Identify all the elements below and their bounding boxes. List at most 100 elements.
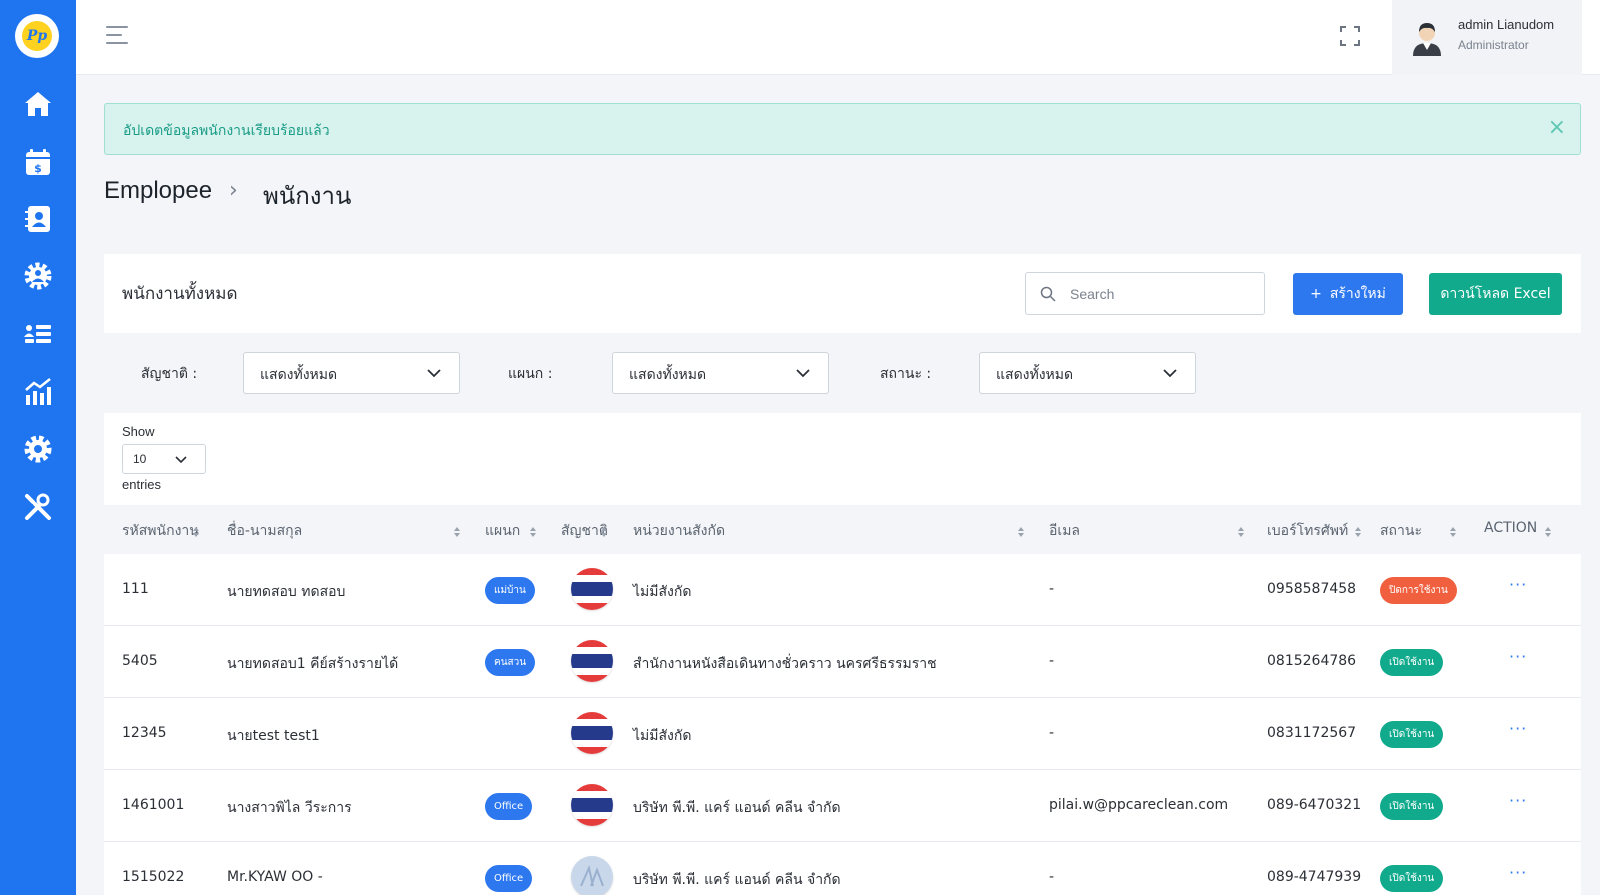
sidebar: Pp $ bbox=[0, 0, 76, 895]
employee-id: 111 bbox=[122, 581, 149, 597]
calendar-dollar-icon[interactable]: $ bbox=[22, 146, 54, 178]
create-button[interactable]: + สร้างใหม่ bbox=[1293, 273, 1403, 315]
email: - bbox=[1049, 581, 1055, 597]
thai-flag-icon bbox=[571, 712, 613, 754]
table-header: รหัสพนักงาน ชื่อ-นามสกุล แผนก สัญชาติ หน… bbox=[104, 505, 1581, 554]
show-label: Show bbox=[122, 424, 155, 439]
user-role: Administrator bbox=[1458, 38, 1529, 52]
chevron-down-icon bbox=[175, 456, 187, 464]
sort-icon[interactable] bbox=[1544, 526, 1552, 538]
create-button-label: สร้างใหม่ bbox=[1329, 286, 1386, 302]
menu-toggle-icon[interactable] bbox=[106, 26, 130, 46]
status-badge: เปิดใช้งาน bbox=[1380, 793, 1444, 820]
department-badge: แม่บ้าน bbox=[485, 577, 535, 604]
table-row: 5405 นายทดสอบ1 คีย์สร้างรายได้ คนสวน สำน… bbox=[104, 626, 1581, 698]
fullscreen-icon[interactable] bbox=[1339, 25, 1361, 47]
sort-icon[interactable] bbox=[453, 526, 461, 538]
plus-icon: + bbox=[1310, 286, 1322, 302]
employee-name: นายทดสอบ1 คีย์สร้างรายได้ bbox=[227, 656, 399, 672]
employee-name: นายtest test1 bbox=[227, 728, 320, 744]
search-input[interactable] bbox=[1070, 283, 1250, 305]
sort-icon[interactable] bbox=[1449, 526, 1457, 538]
breadcrumb-parent[interactable]: Emplopee bbox=[104, 177, 212, 205]
email: pilai.w@ppcareclean.com bbox=[1049, 797, 1229, 813]
col-status[interactable]: สถานะ bbox=[1380, 520, 1422, 542]
phone: 0831172567 bbox=[1267, 725, 1357, 741]
alert-message: อัปเดตข้อมูลพนักงานเรียบร้อยแล้ว bbox=[123, 123, 330, 139]
user-name: admin Lianudom bbox=[1458, 17, 1555, 32]
filter-bar: สัญชาติ : แสดงทั้งหมด แผนก : แสดงทั้งหมด… bbox=[104, 333, 1581, 413]
employees-gear-icon[interactable] bbox=[22, 260, 54, 292]
flag-icon bbox=[571, 856, 613, 895]
status-badge: เปิดใช้งาน bbox=[1380, 721, 1444, 748]
col-department[interactable]: แผนก bbox=[485, 520, 520, 542]
sort-icon[interactable] bbox=[1237, 526, 1245, 538]
table-row: 1461001 นางสาวพิไล วีระการ Office บริษัท… bbox=[104, 770, 1581, 842]
employee-card: พนักงานทั้งหมด + สร้างใหม่ ดาวน์โหลด Exc… bbox=[104, 254, 1581, 895]
search-icon bbox=[1040, 286, 1056, 302]
close-icon[interactable]: × bbox=[1548, 116, 1566, 140]
unit: บริษัท พี.พี. แคร์ แอนด์ คลีน จำกัด bbox=[633, 872, 841, 888]
sort-icon[interactable] bbox=[529, 526, 537, 538]
more-actions-icon[interactable]: ··· bbox=[1509, 647, 1527, 666]
contact-book-icon[interactable] bbox=[22, 203, 54, 235]
filter-label-status: สถานะ : bbox=[880, 366, 932, 382]
chevron-down-icon bbox=[427, 369, 441, 378]
col-employee-id[interactable]: รหัสพนักงาน bbox=[122, 520, 199, 542]
select-value: แสดงทั้งหมด bbox=[629, 367, 707, 383]
app-logo[interactable]: Pp bbox=[15, 14, 59, 58]
phone: 0815264786 bbox=[1267, 653, 1357, 669]
sort-icon[interactable] bbox=[192, 526, 200, 538]
col-unit[interactable]: หน่วยงานสังกัด bbox=[633, 520, 725, 542]
nationality-select[interactable]: แสดงทั้งหมด bbox=[243, 352, 460, 394]
page-title: พนักงาน bbox=[263, 182, 352, 210]
employee-id: 5405 bbox=[122, 653, 158, 669]
filter-label-nationality: สัญชาติ : bbox=[141, 366, 198, 382]
col-phone[interactable]: เบอร์โทรศัพท์ bbox=[1267, 520, 1348, 542]
status-select[interactable]: แสดงทั้งหมด bbox=[979, 352, 1196, 394]
download-excel-button[interactable]: ดาวน์โหลด Excel bbox=[1429, 273, 1562, 315]
status-badge: เปิดใช้งาน bbox=[1380, 649, 1444, 676]
home-icon[interactable] bbox=[22, 88, 54, 120]
sort-icon[interactable] bbox=[600, 526, 608, 538]
thai-flag-icon bbox=[571, 784, 613, 826]
search-box[interactable] bbox=[1025, 272, 1265, 315]
avatar bbox=[1410, 18, 1444, 56]
svg-text:$: $ bbox=[34, 162, 42, 175]
tools-icon[interactable] bbox=[22, 491, 54, 523]
employee-id: 1461001 bbox=[122, 797, 185, 813]
chart-icon[interactable] bbox=[22, 376, 54, 408]
chevron-down-icon bbox=[1163, 369, 1177, 378]
col-action: ACTION bbox=[1484, 520, 1538, 536]
phone: 0958587458 bbox=[1267, 581, 1357, 597]
employee-name: นายทดสอบ ทดสอบ bbox=[227, 584, 346, 600]
sort-icon[interactable] bbox=[1017, 526, 1025, 538]
more-actions-icon[interactable]: ··· bbox=[1509, 575, 1527, 594]
more-actions-icon[interactable]: ··· bbox=[1509, 719, 1527, 738]
table-row: 111 นายทดสอบ ทดสอบ แม่บ้าน ไม่มีสังกัด -… bbox=[104, 554, 1581, 626]
sort-icon[interactable] bbox=[1354, 526, 1362, 538]
col-email[interactable]: อีเมล bbox=[1049, 520, 1080, 542]
status-badge: เปิดใช้งาน bbox=[1380, 865, 1444, 892]
table-row: 1515022 Mr.KYAW OO - Office บริษัท พี.พี… bbox=[104, 842, 1581, 895]
phone: 089-4747939 bbox=[1267, 869, 1362, 885]
list-users-icon[interactable] bbox=[22, 318, 54, 350]
department-badge: คนสวน bbox=[485, 649, 536, 676]
gear-icon[interactable] bbox=[22, 433, 54, 465]
employee-name: Mr.KYAW OO - bbox=[227, 869, 323, 885]
more-actions-icon[interactable]: ··· bbox=[1509, 791, 1527, 810]
department-badge: Office bbox=[485, 865, 533, 892]
entries-select[interactable]: 10 bbox=[122, 444, 206, 474]
more-actions-icon[interactable]: ··· bbox=[1509, 863, 1527, 882]
employee-name: นางสาวพิไล วีระการ bbox=[227, 800, 352, 816]
top-bar: admin Lianudom Administrator bbox=[76, 0, 1600, 75]
success-alert: อัปเดตข้อมูลพนักงานเรียบร้อยแล้ว × bbox=[104, 103, 1581, 155]
user-menu[interactable]: admin Lianudom Administrator bbox=[1392, 0, 1582, 75]
select-value: แสดงทั้งหมด bbox=[996, 367, 1074, 383]
unit: ไม่มีสังกัด bbox=[633, 728, 692, 744]
entries-value: 10 bbox=[133, 452, 147, 466]
email: - bbox=[1049, 725, 1055, 741]
department-select[interactable]: แสดงทั้งหมด bbox=[612, 352, 829, 394]
filter-label-department: แผนก : bbox=[508, 366, 553, 382]
col-name[interactable]: ชื่อ-นามสกุล bbox=[227, 520, 302, 542]
